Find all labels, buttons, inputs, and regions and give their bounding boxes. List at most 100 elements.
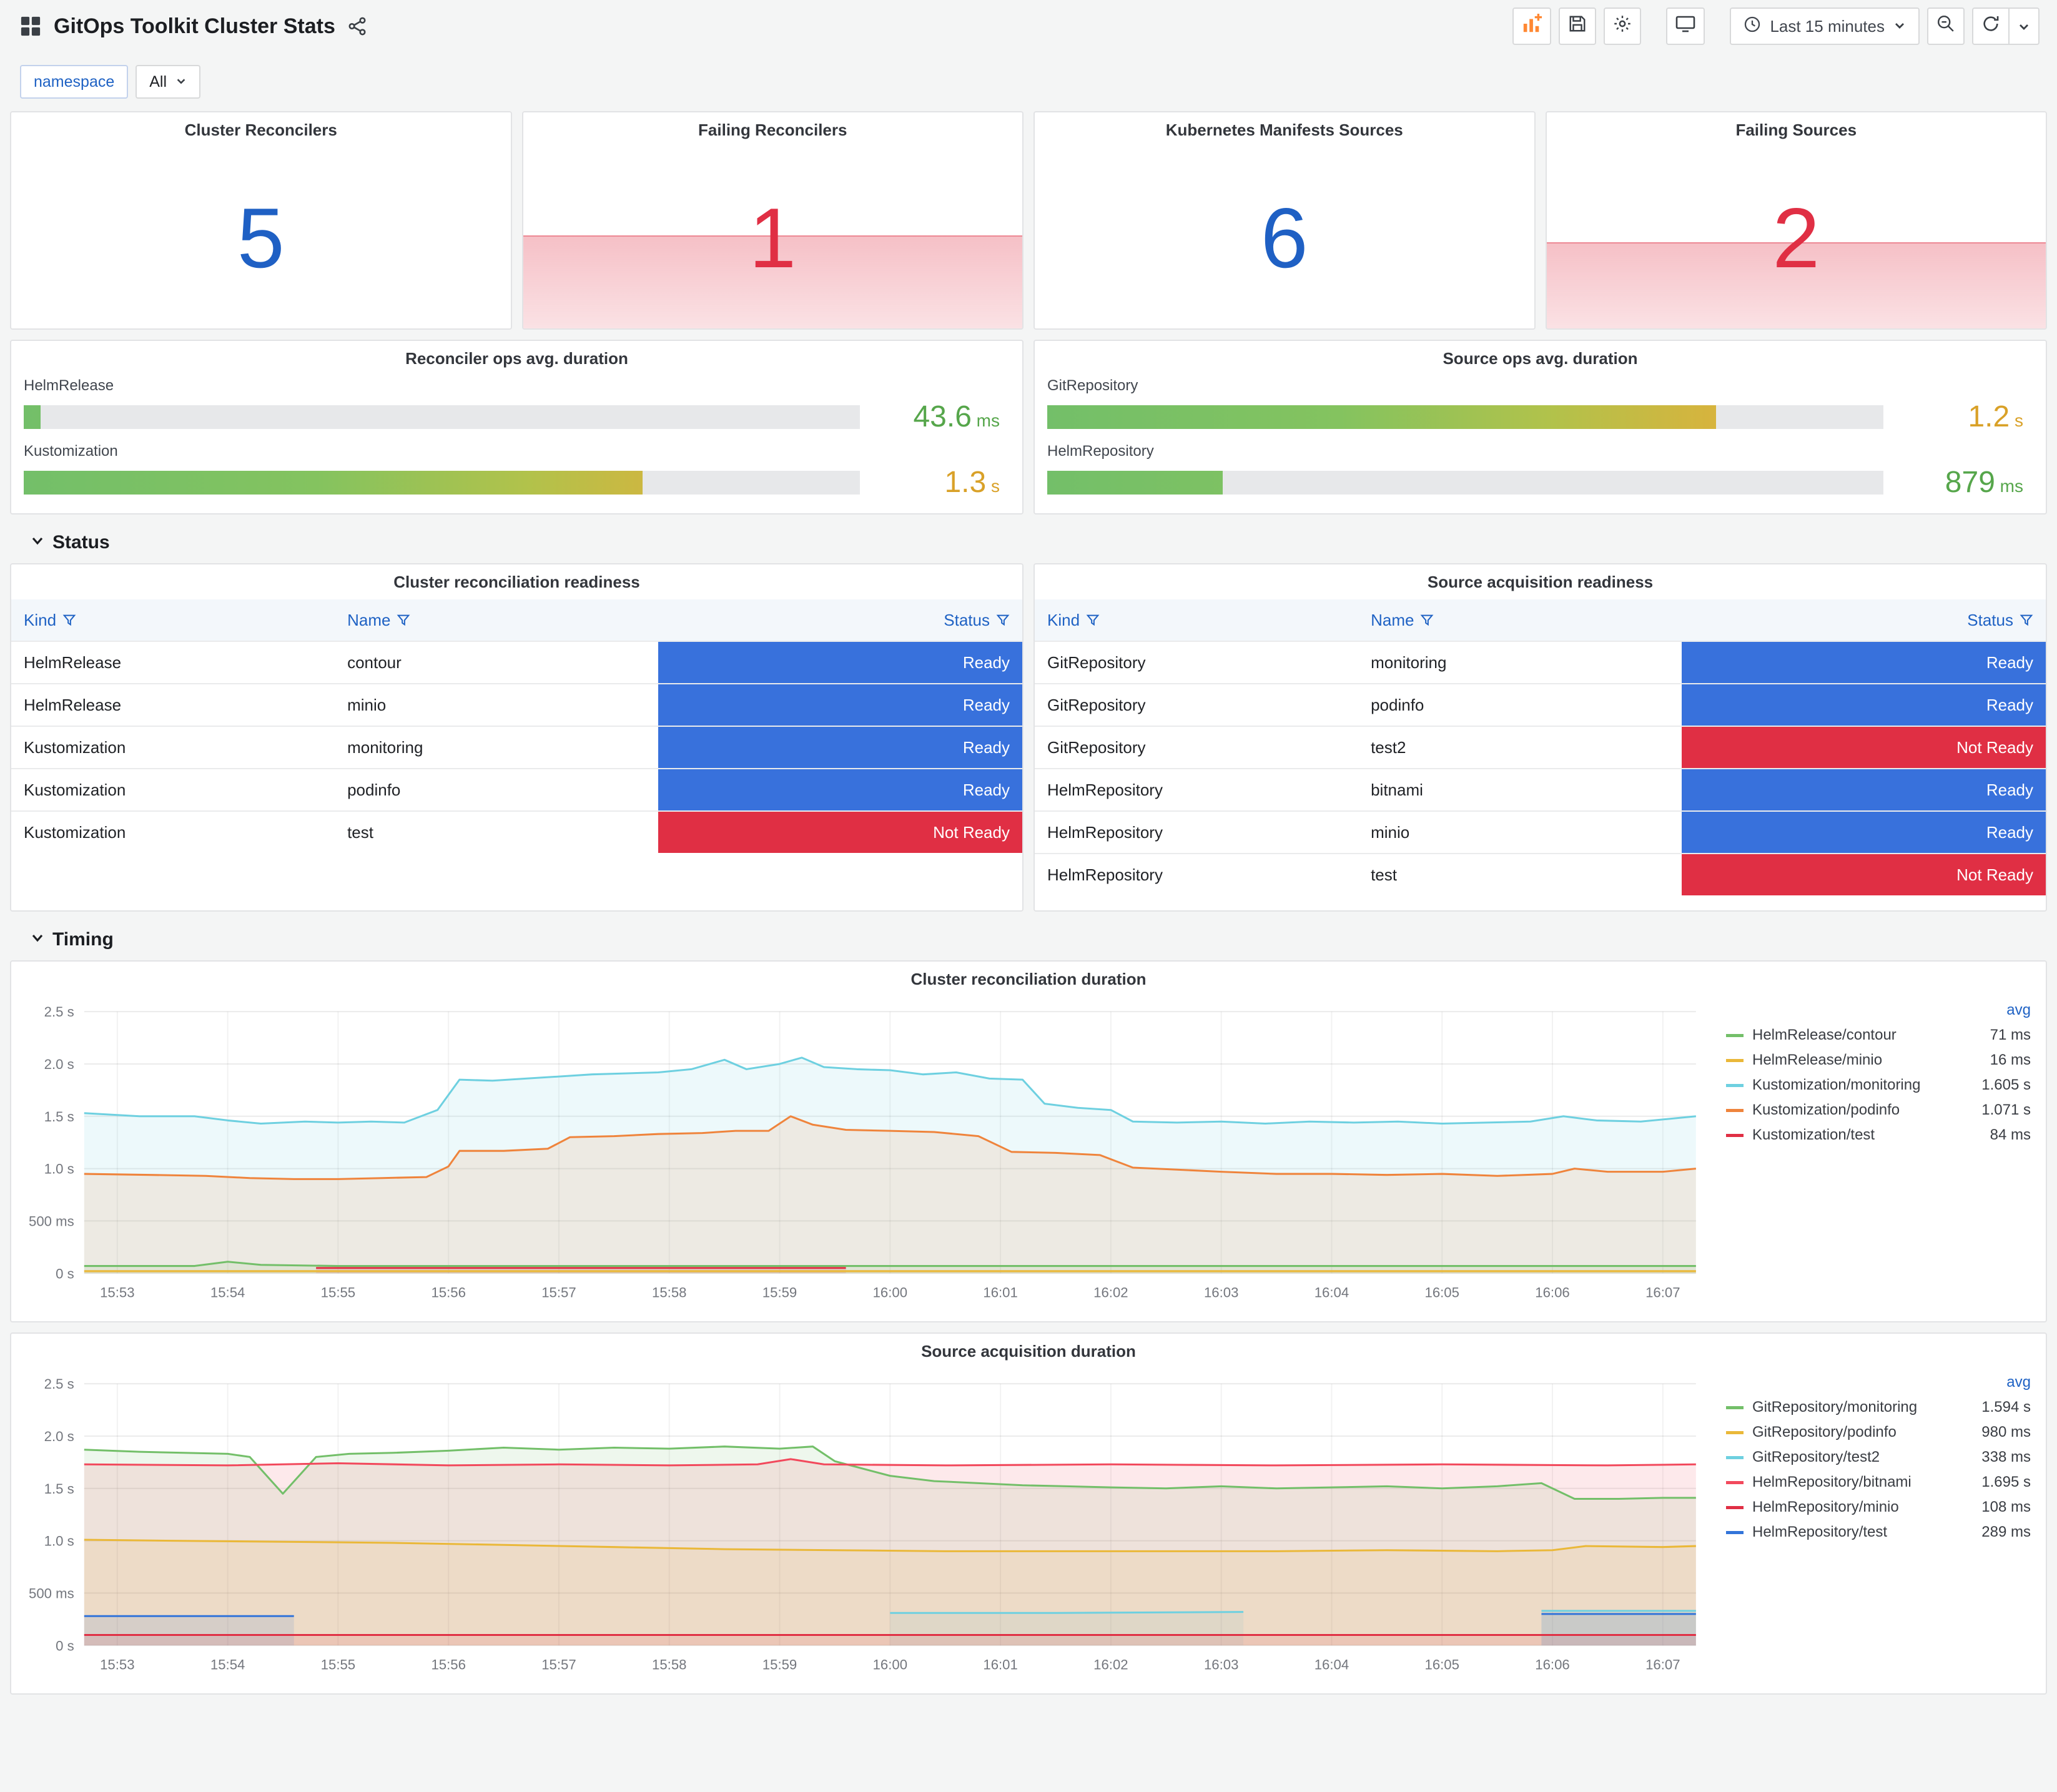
legend-item-kustomization-test[interactable]: Kustomization/test 84 ms <box>1726 1123 2031 1148</box>
legend-item-helmrepository-minio[interactable]: HelmRepository/minio 108 ms <box>1726 1495 2031 1520</box>
column-header-status[interactable]: Status <box>658 599 1022 641</box>
legend-item-helmrelease-contour[interactable]: HelmRelease/contour 71 ms <box>1726 1023 2031 1048</box>
panel-title: Source acquisition duration <box>921 1341 1136 1361</box>
table-cell: Kustomization <box>24 780 126 799</box>
legend-item-gitrepository-podinfo[interactable]: GitRepository/podinfo 980 ms <box>1726 1420 2031 1445</box>
filter-icon[interactable] <box>1086 613 1100 627</box>
toolbar: Last 15 minutes <box>1512 7 2040 45</box>
filter-icon[interactable] <box>397 613 410 627</box>
gauge-row-kustomization: Kustomization 1.3 s <box>11 443 1022 500</box>
series-color-dash <box>1726 1058 1744 1062</box>
table-cell: HelmRepository <box>1047 822 1163 842</box>
zoom-out-button[interactable] <box>1927 7 1965 45</box>
section-status[interactable]: Status <box>10 514 2047 553</box>
filter-icon[interactable] <box>996 613 1010 627</box>
panel-title: Failing Sources <box>1735 120 1857 139</box>
svg-text:16:07: 16:07 <box>1645 1657 1680 1673</box>
time-range-picker[interactable]: Last 15 minutes <box>1730 7 1920 45</box>
legend-item-helmrepository-test[interactable]: HelmRepository/test 289 ms <box>1726 1520 2031 1545</box>
svg-text:16:01: 16:01 <box>983 1657 1017 1673</box>
column-header-kind[interactable]: Kind <box>11 599 335 641</box>
legend-item-helmrelease-minio[interactable]: HelmRelease/minio 16 ms <box>1726 1048 2031 1073</box>
gauge-row-helmrepository: HelmRepository 879 ms <box>1035 443 2046 500</box>
svg-text:16:06: 16:06 <box>1535 1657 1569 1673</box>
save-icon <box>1568 14 1587 38</box>
table-cell: monitoring <box>347 737 423 757</box>
table-cell: HelmRelease <box>24 652 122 672</box>
chevron-down-icon <box>30 532 45 553</box>
chevron-down-icon <box>175 73 187 91</box>
panel-title: Kubernetes Manifests Sources <box>1165 120 1403 139</box>
filter-icon[interactable] <box>1420 613 1434 627</box>
table-cell: GitRepository <box>1047 652 1146 672</box>
legend-avg-header: avg <box>2006 1374 2031 1391</box>
add-panel-button[interactable] <box>1512 7 1552 45</box>
table-cell: test <box>1371 865 1397 884</box>
panel-failing-sources: Failing Sources 2 <box>1545 111 2047 330</box>
panel-failing-reconcilers: Failing Reconcilers 1 <box>521 111 1024 330</box>
panel-source-acquisition-readiness: Source acquisition readiness Kind Name Stat… <box>1033 563 2047 912</box>
svg-text:16:05: 16:05 <box>1425 1285 1459 1301</box>
chevron-down-icon <box>1893 17 1906 36</box>
column-header-kind[interactable]: Kind <box>1035 599 1358 641</box>
gauge-value: 1.2 s <box>1968 400 2023 433</box>
svg-text:15:53: 15:53 <box>100 1657 134 1673</box>
legend-item-gitrepository-monitoring[interactable]: GitRepository/monitoring 1.594 s <box>1726 1395 2031 1420</box>
save-dashboard-button[interactable] <box>1559 7 1597 45</box>
gauge-bar-track <box>24 405 860 429</box>
filter-icon[interactable] <box>62 613 76 627</box>
apps-icon[interactable] <box>20 16 41 37</box>
tv-mode-button[interactable] <box>1666 7 1705 45</box>
svg-text:500 ms: 500 ms <box>29 1585 74 1601</box>
gauge-bar-fill <box>1047 405 1717 429</box>
dashboard-settings-button[interactable] <box>1604 7 1642 45</box>
status-badge: Ready <box>1682 812 2046 853</box>
status-badge: Ready <box>658 727 1022 768</box>
refresh-interval-dropdown[interactable] <box>2010 7 2040 45</box>
filter-icon[interactable] <box>2020 613 2033 627</box>
chart-canvas[interactable]: 0 s 500 ms 1.0 s 1.5 s 2.0 s 2.5 s 15:53 15:54 1… <box>16 999 1709 1309</box>
table-cell: bitnami <box>1371 780 1423 799</box>
column-header-status[interactable]: Status <box>1682 599 2046 641</box>
table-cell: minio <box>1371 822 1410 842</box>
variable-namespace-label[interactable]: namespace <box>20 65 129 99</box>
svg-text:16:00: 16:00 <box>873 1657 907 1673</box>
legend-item-kustomization-podinfo[interactable]: Kustomization/podinfo 1.071 s <box>1726 1098 2031 1123</box>
series-color-dash <box>1726 1530 1744 1534</box>
svg-text:16:07: 16:07 <box>1645 1285 1680 1301</box>
svg-text:15:54: 15:54 <box>210 1657 245 1673</box>
column-header-name[interactable]: Name <box>1358 599 1682 641</box>
chart-legend: avg HelmRelease/contour 71 ms HelmRelease/m… <box>1709 999 2036 1309</box>
legend-item-kustomization-monitoring[interactable]: Kustomization/monitoring 1.605 s <box>1726 1073 2031 1098</box>
column-header-name[interactable]: Name <box>335 599 658 641</box>
svg-text:16:00: 16:00 <box>873 1285 907 1301</box>
series-color-dash <box>1726 1430 1744 1434</box>
table-row: HelmRelease minio Ready <box>11 683 1022 726</box>
svg-text:15:56: 15:56 <box>431 1285 465 1301</box>
table-cell: GitRepository <box>1047 695 1146 714</box>
gauge-bar-track <box>1047 470 1883 495</box>
panel-source-acquisition-duration: Source acquisition duration 0 s 500 ms 1.0 … <box>10 1332 2047 1695</box>
section-timing[interactable]: Timing <box>10 912 2047 950</box>
page-title: GitOps Toolkit Cluster Stats <box>54 14 335 38</box>
svg-text:2.0 s: 2.0 s <box>44 1429 74 1444</box>
gauge-row-gitrepository: GitRepository 1.2 s <box>1035 377 2046 434</box>
legend-item-helmrepository-bitnami[interactable]: HelmRepository/bitnami 1.695 s <box>1726 1470 2031 1495</box>
table-cell: test2 <box>1371 737 1406 757</box>
status-badge: Ready <box>658 769 1022 810</box>
panel-title: Cluster reconciliation readiness <box>393 572 640 591</box>
share-icon[interactable] <box>348 17 367 36</box>
series-color-dash <box>1726 1108 1744 1112</box>
series-color-dash <box>1726 1133 1744 1137</box>
table-row: HelmRepository minio Ready <box>1035 810 2046 853</box>
variable-namespace-value[interactable]: All <box>136 65 201 99</box>
chart-canvas[interactable]: 0 s 500 ms 1.0 s 1.5 s 2.0 s 2.5 s 15:53 15:54 1… <box>16 1371 1709 1681</box>
table-cell: test <box>347 822 373 842</box>
table-row: GitRepository test2 Not Ready <box>1035 726 2046 768</box>
svg-text:1.0 s: 1.0 s <box>44 1161 74 1177</box>
refresh-button[interactable] <box>1972 7 2010 45</box>
legend-item-gitrepository-test2[interactable]: GitRepository/test2 338 ms <box>1726 1445 2031 1470</box>
gauge-label: Kustomization <box>24 443 118 460</box>
gauge-value: 1.3 s <box>944 466 1000 499</box>
gauge-value: 43.6 ms <box>913 400 1000 433</box>
